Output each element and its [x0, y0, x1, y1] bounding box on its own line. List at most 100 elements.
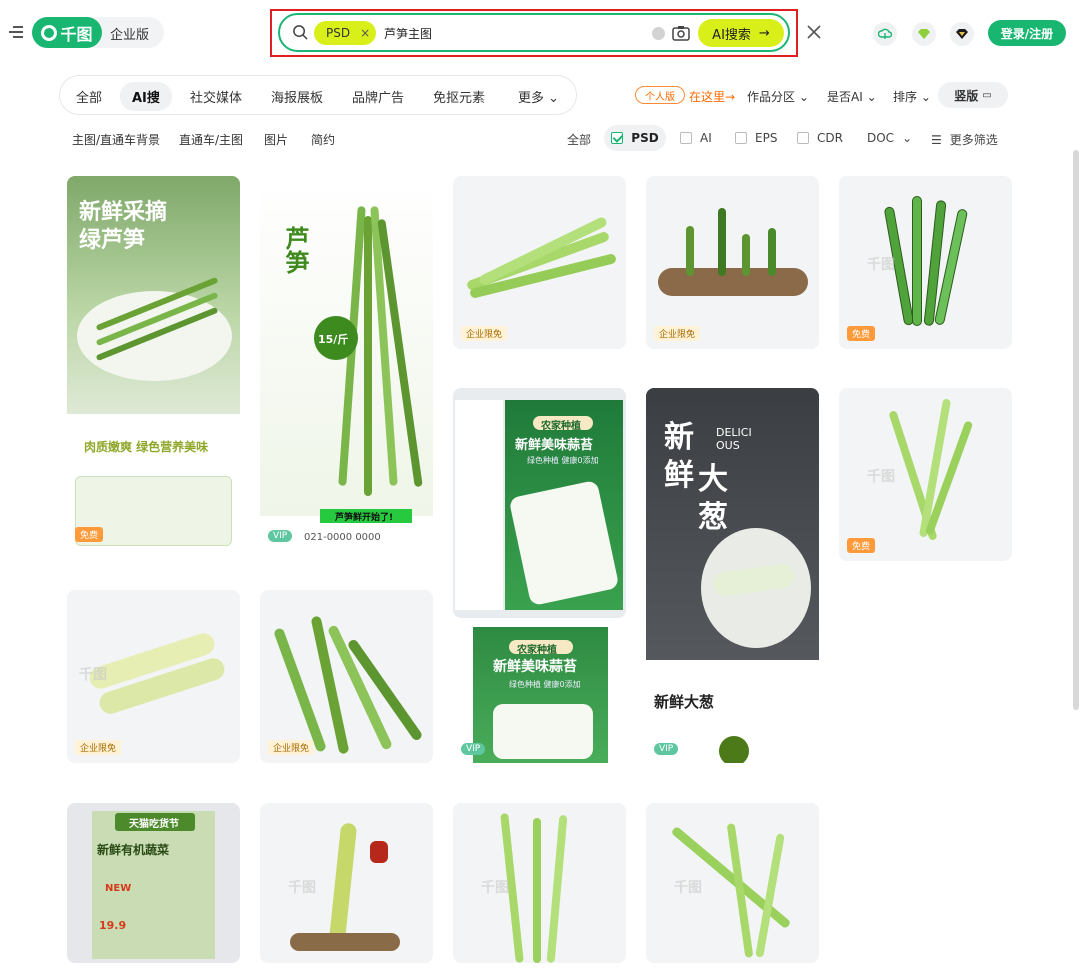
- checkbox-icon: [680, 132, 692, 144]
- diamond-icon[interactable]: [912, 22, 936, 46]
- card-badge: VIP: [654, 743, 679, 755]
- result-card-10[interactable]: 企业限免: [260, 590, 433, 763]
- watermark: 千图: [288, 880, 316, 896]
- soil-shape: [658, 268, 808, 296]
- card-badge: 免费: [847, 326, 876, 341]
- format-psd[interactable]: PSD: [604, 125, 666, 151]
- checkbox-icon: [735, 132, 747, 144]
- category-posters[interactable]: 海报展板: [271, 87, 323, 106]
- card-badge: 企业限免: [461, 326, 508, 341]
- result-card-1[interactable]: 新鲜采摘 绿芦笋 肉质嫩爽 绿色营养美味 免费: [67, 176, 240, 550]
- screenshot-sidebar: [455, 400, 503, 610]
- vip-diamond-icon[interactable]: [950, 22, 974, 46]
- format-tag-label: PSD: [326, 26, 351, 40]
- close-icon[interactable]: [804, 22, 824, 42]
- result-card-2[interactable]: 芦笋 15/斤 芦笋鲜开始了! 021-0000 0000 VIP: [260, 176, 433, 550]
- menu-icon[interactable]: [9, 26, 23, 38]
- logo-ring-icon: [41, 24, 58, 41]
- tag-images[interactable]: 图片: [264, 131, 288, 148]
- poster-title-char: 葱: [698, 500, 728, 535]
- poster-title: 芦笋: [281, 226, 309, 274]
- here-link[interactable]: 在这里→: [689, 88, 735, 105]
- result-card-12[interactable]: 千图: [260, 803, 433, 963]
- category-all[interactable]: 全部: [76, 87, 102, 106]
- result-card-7[interactable]: 新 鲜 大 葱 DELICI OUS 新鲜大葱 VIP: [646, 388, 819, 763]
- sort-filter[interactable]: 排序 ⌄: [893, 88, 931, 105]
- remove-tag-icon[interactable]: ×: [360, 26, 370, 40]
- tag-main-image-bg[interactable]: 主图/直通车背景: [72, 131, 160, 148]
- result-card-4[interactable]: 企业限免: [646, 176, 819, 349]
- logo[interactable]: 千图: [32, 17, 102, 48]
- result-card-11[interactable]: 天猫吃货节 新鲜有机蔬菜 NEW 19.9: [67, 803, 240, 963]
- upload-cloud-icon[interactable]: [873, 22, 897, 46]
- format-ai-label: AI: [700, 131, 712, 145]
- format-all[interactable]: 全部: [567, 131, 591, 148]
- asparagus-pile-shape: [463, 215, 618, 306]
- layout-label: 竖版: [954, 88, 979, 103]
- layout-toggle[interactable]: 竖版 ▭: [938, 82, 1008, 108]
- asparagus-shape: [718, 208, 726, 276]
- poster-price: 15/斤: [318, 333, 349, 346]
- poster-title: 新鲜美味蒜苔: [515, 438, 594, 453]
- arrow-right-icon: →: [758, 25, 770, 41]
- logo-pill[interactable]: 千图 企业版: [32, 17, 164, 48]
- chevron-down-icon: ⌄: [862, 90, 877, 104]
- search-box[interactable]: PSD × 芦笋主图 AI搜索 →: [278, 13, 790, 52]
- asparagus-bundle-shape: [883, 196, 974, 331]
- logo-text: 千图: [60, 24, 93, 44]
- sort-label: 排序: [893, 90, 918, 104]
- result-card-5[interactable]: 千图 免费: [839, 176, 1012, 349]
- result-card-3[interactable]: 企业限免: [453, 176, 626, 349]
- more-filters-label: 更多筛选: [949, 133, 998, 147]
- ai-search-button[interactable]: AI搜索 →: [698, 19, 784, 47]
- poster-title: 新鲜美味蒜苔: [493, 659, 577, 675]
- works-zone-filter[interactable]: 作品分区 ⌄: [747, 88, 809, 105]
- poster-subtitle: 绿色种植 健康0添加: [509, 680, 581, 689]
- card-badge: VIP: [461, 743, 486, 755]
- personal-edition-badge[interactable]: 个人版: [635, 86, 685, 104]
- result-card-6b[interactable]: 农家种植 新鲜美味蒜苔 绿色种植 健康0添加 VIP: [453, 622, 626, 763]
- chevron-down-icon: ⌄: [795, 90, 809, 104]
- works-zone-label: 作品分区: [747, 90, 796, 104]
- poster-bottom-title: 新鲜大葱: [654, 693, 715, 711]
- search-input[interactable]: 芦笋主图: [384, 25, 432, 42]
- login-register-button[interactable]: 登录/注册: [988, 20, 1066, 46]
- category-cutout[interactable]: 免抠元素: [433, 87, 485, 106]
- result-card-6[interactable]: 农家种植 新鲜美味蒜苔 绿色种植 健康0添加: [453, 388, 626, 618]
- watermark: 千图: [79, 667, 107, 683]
- category-more[interactable]: 更多 ⌄: [518, 87, 559, 106]
- poster-title: 新鲜有机蔬菜: [97, 843, 170, 857]
- result-card-14[interactable]: 千图: [646, 803, 819, 963]
- is-ai-filter[interactable]: 是否AI ⌄: [827, 88, 877, 105]
- result-card-8[interactable]: 千图 免费: [839, 388, 1012, 561]
- camera-icon[interactable]: [672, 25, 690, 41]
- watermark: 千图: [674, 880, 702, 896]
- category-brand-ads[interactable]: 品牌广告: [352, 87, 404, 106]
- format-doc[interactable]: DOC ⌄: [867, 131, 912, 145]
- plate-shape: [493, 704, 593, 759]
- poster-subtitle: 肉质嫩爽 绿色营养美味: [84, 440, 209, 454]
- format-eps-label: EPS: [755, 131, 778, 145]
- bamboo-shoot-shape: [328, 822, 358, 944]
- format-eps[interactable]: EPS: [735, 131, 777, 145]
- category-social-media[interactable]: 社交媒体: [190, 87, 242, 106]
- ai-search-label: AI搜索: [712, 27, 751, 43]
- format-ai[interactable]: AI: [680, 131, 712, 145]
- chevron-down-icon: ⌄: [548, 91, 560, 106]
- tag-simple[interactable]: 简约: [311, 131, 335, 148]
- poster-circle: [719, 736, 749, 763]
- clear-input-icon[interactable]: [652, 27, 665, 40]
- enterprise-label[interactable]: 企业版: [110, 24, 149, 43]
- poster-banner-text: 芦笋鲜开始了!: [335, 513, 394, 523]
- scrollbar[interactable]: [1073, 150, 1079, 710]
- format-doc-label: DOC: [867, 131, 895, 145]
- search-format-tag[interactable]: PSD ×: [314, 21, 376, 45]
- tag-direct-train[interactable]: 直通车/主图: [179, 131, 243, 148]
- soil-shape: [290, 933, 400, 951]
- more-filters[interactable]: ☰ 更多筛选: [931, 131, 998, 148]
- category-bar: 全部 AI搜 社交媒体 海报展板 品牌广告 免抠元素 更多 ⌄: [59, 75, 577, 115]
- result-card-9[interactable]: 千图 企业限免: [67, 590, 240, 763]
- result-card-13[interactable]: 千图: [453, 803, 626, 963]
- category-ai-search[interactable]: AI搜: [120, 82, 172, 111]
- format-cdr[interactable]: CDR: [797, 131, 843, 145]
